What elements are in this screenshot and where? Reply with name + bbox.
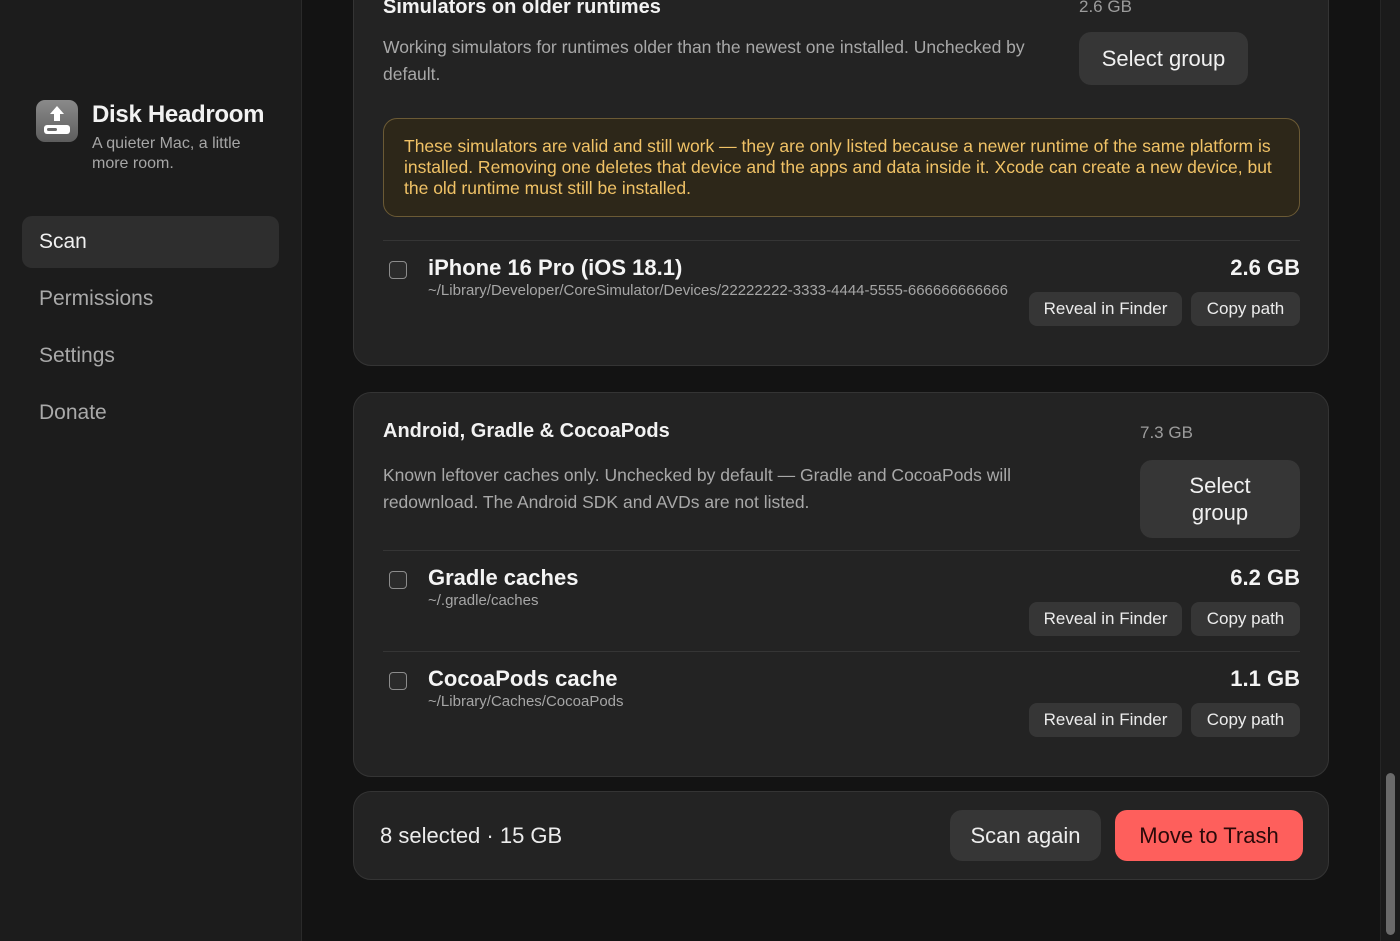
scan-again-button[interactable]: Scan again <box>950 810 1101 861</box>
main-content: Simulators on older runtimes 2.6 GB Work… <box>302 0 1400 941</box>
group-title: Simulators on older runtimes <box>383 0 661 18</box>
copy-path-button[interactable]: Copy path <box>1191 602 1300 636</box>
list-item: iPhone 16 Pro (iOS 18.1) ~/Library/Devel… <box>383 240 1300 340</box>
select-group-button[interactable]: Select group <box>1140 460 1300 538</box>
sidebar-item-scan[interactable]: Scan <box>22 216 279 268</box>
sidebar-item-permissions[interactable]: Permissions <box>22 273 279 325</box>
selection-summary: 8 selected · 15 GB <box>380 823 563 848</box>
action-bar: 8 selected · 15 GB Scan again Move to Tr… <box>353 791 1329 880</box>
item-checkbox[interactable] <box>389 672 407 690</box>
item-name: Gradle caches <box>428 565 579 590</box>
app-title: Disk Headroom <box>92 101 265 128</box>
warning-banner: These simulators are valid and still wor… <box>383 118 1300 217</box>
group-size: 2.6 GB <box>1079 0 1132 16</box>
item-checkbox[interactable] <box>389 571 407 589</box>
move-to-trash-button[interactable]: Move to Trash <box>1115 810 1303 861</box>
brand: Disk Headroom A quieter Mac, a little mo… <box>36 100 272 174</box>
group-description: Known leftover caches only. Unchecked by… <box>383 465 1012 512</box>
copy-path-button[interactable]: Copy path <box>1191 292 1300 326</box>
sidebar: Disk Headroom A quieter Mac, a little mo… <box>0 0 302 941</box>
sidebar-item-settings[interactable]: Settings <box>22 330 279 382</box>
reveal-in-finder-button[interactable]: Reveal in Finder <box>1029 602 1182 636</box>
sidebar-item-donate[interactable]: Donate <box>22 387 279 439</box>
app-window: Disk Headroom A quieter Mac, a little mo… <box>0 0 1400 941</box>
item-name: iPhone 16 Pro (iOS 18.1) <box>428 255 683 280</box>
disk-upload-icon <box>36 100 78 142</box>
list-item: Gradle caches ~/.gradle/caches 6.2 GB Re… <box>383 550 1300 650</box>
sidebar-nav: Scan Permissions Settings Donate <box>22 216 279 444</box>
reveal-in-finder-button[interactable]: Reveal in Finder <box>1029 703 1182 737</box>
scrollbar-thumb[interactable] <box>1386 773 1395 935</box>
item-path: ~/Library/Caches/CocoaPods <box>428 693 624 710</box>
group-description: Working simulators for runtimes older th… <box>383 37 1025 84</box>
item-size: 6.2 GB <box>1230 565 1300 590</box>
group-size: 7.3 GB <box>1140 423 1193 442</box>
item-size: 2.6 GB <box>1230 255 1300 280</box>
group-card-android-gradle-cocoapods: Android, Gradle & CocoaPods 7.3 GB Known… <box>353 392 1329 777</box>
copy-path-button[interactable]: Copy path <box>1191 703 1300 737</box>
select-group-button[interactable]: Select group <box>1079 32 1248 85</box>
reveal-in-finder-button[interactable]: Reveal in Finder <box>1029 292 1182 326</box>
app-tagline: A quieter Mac, a little more room. <box>92 135 241 172</box>
item-name: CocoaPods cache <box>428 666 618 691</box>
group-card-simulators: Simulators on older runtimes 2.6 GB Work… <box>353 0 1329 366</box>
item-size: 1.1 GB <box>1230 666 1300 691</box>
scrollbar[interactable] <box>1380 0 1400 941</box>
item-path: ~/Library/Developer/CoreSimulator/Device… <box>428 282 1008 299</box>
list-item: CocoaPods cache ~/Library/Caches/CocoaPo… <box>383 651 1300 751</box>
item-checkbox[interactable] <box>389 261 407 279</box>
item-path: ~/.gradle/caches <box>428 592 539 609</box>
group-title: Android, Gradle & CocoaPods <box>383 420 670 442</box>
